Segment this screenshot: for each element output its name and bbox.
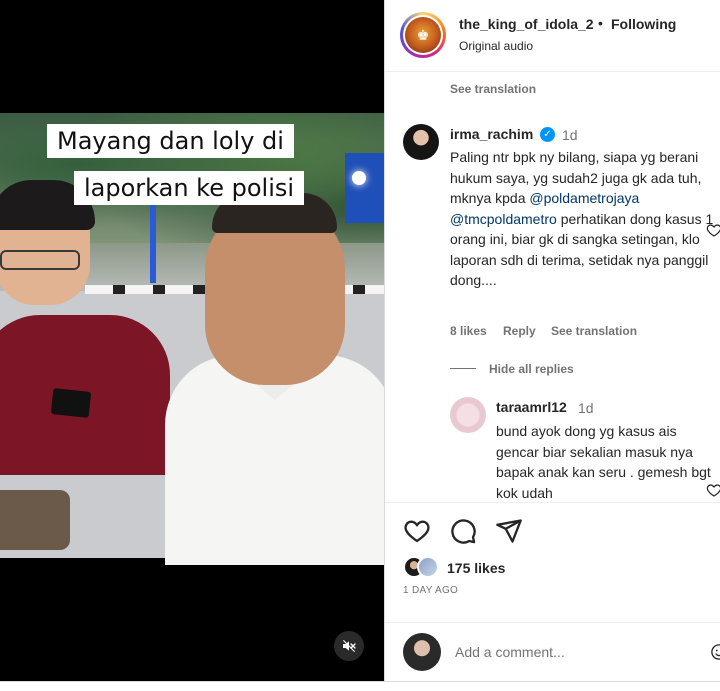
post-actions: 175 likes 1 DAY AGO bbox=[385, 502, 720, 622]
video-caption-line-2: laporkan ke polisi bbox=[74, 171, 305, 205]
see-translation-link[interactable]: See translation bbox=[551, 324, 637, 338]
hide-replies-button[interactable]: Hide all replies bbox=[489, 362, 574, 376]
comment-icon[interactable] bbox=[449, 517, 477, 545]
comments-list[interactable]: See translation irma_rachim ✓ 1d Paling … bbox=[385, 72, 720, 502]
comment-username[interactable]: irma_rachim bbox=[450, 126, 533, 142]
mention-link[interactable]: @poldametrojaya bbox=[529, 190, 639, 206]
post-side-panel: ♚ the_king_of_idola_2 • Following Origin… bbox=[385, 0, 720, 681]
pocket-phone bbox=[50, 388, 92, 418]
current-user-avatar bbox=[403, 633, 441, 671]
see-translation-link[interactable]: See translation bbox=[450, 82, 536, 96]
reply-time[interactable]: 1d bbox=[578, 400, 594, 416]
comment-like-heart-icon[interactable] bbox=[706, 222, 720, 238]
verified-badge-icon: ✓ bbox=[540, 127, 555, 142]
heart-icon[interactable] bbox=[403, 517, 431, 545]
background-lamp bbox=[352, 171, 366, 185]
likes-count[interactable]: 175 likes bbox=[447, 560, 505, 576]
liked-by-avatars[interactable] bbox=[403, 556, 443, 580]
bottom-border bbox=[0, 681, 720, 691]
background-sign bbox=[345, 153, 385, 223]
bag bbox=[0, 490, 70, 550]
comment-text: Paling ntr bpk ny bilang, siapa yg beran… bbox=[450, 147, 715, 291]
author-username[interactable]: the_king_of_idola_2 bbox=[459, 16, 594, 32]
post-timestamp[interactable]: 1 DAY AGO bbox=[403, 585, 458, 596]
reply-text: bund ayok dong yg kasus ais gencar biar … bbox=[496, 423, 711, 501]
author-avatar-image: ♚ bbox=[405, 17, 441, 53]
post-header: ♚ the_king_of_idola_2 • Following Origin… bbox=[385, 0, 720, 72]
following-button[interactable]: Following bbox=[611, 16, 676, 32]
audio-label[interactable]: Original audio bbox=[459, 39, 533, 53]
mute-button[interactable] bbox=[334, 631, 364, 661]
liker-avatar bbox=[417, 556, 439, 578]
video-caption-line-1: Mayang dan loly di bbox=[47, 124, 294, 158]
commenter-avatar[interactable] bbox=[403, 124, 439, 160]
reply-avatar[interactable] bbox=[450, 397, 486, 433]
replies-line bbox=[450, 368, 476, 369]
header-separator: • bbox=[598, 15, 603, 31]
comment-input[interactable] bbox=[455, 638, 705, 666]
mention-link[interactable]: @tmcpoldametro bbox=[450, 211, 557, 227]
reply-button[interactable]: Reply bbox=[503, 324, 536, 338]
author-avatar[interactable]: ♚ bbox=[400, 12, 446, 58]
emoji-icon[interactable] bbox=[710, 643, 720, 661]
reply-like-heart-icon[interactable] bbox=[706, 482, 720, 498]
video-player[interactable]: Mayang dan loly di laporkan ke polisi bbox=[0, 0, 385, 681]
reply-username[interactable]: taraamrl12 bbox=[496, 399, 567, 415]
person-left-glasses bbox=[0, 250, 80, 270]
share-icon[interactable] bbox=[495, 517, 523, 545]
speaker-muted-icon bbox=[343, 640, 356, 652]
add-comment-bar bbox=[385, 622, 720, 681]
comment-likes[interactable]: 8 likes bbox=[450, 324, 487, 338]
comment-time[interactable]: 1d bbox=[562, 127, 578, 143]
